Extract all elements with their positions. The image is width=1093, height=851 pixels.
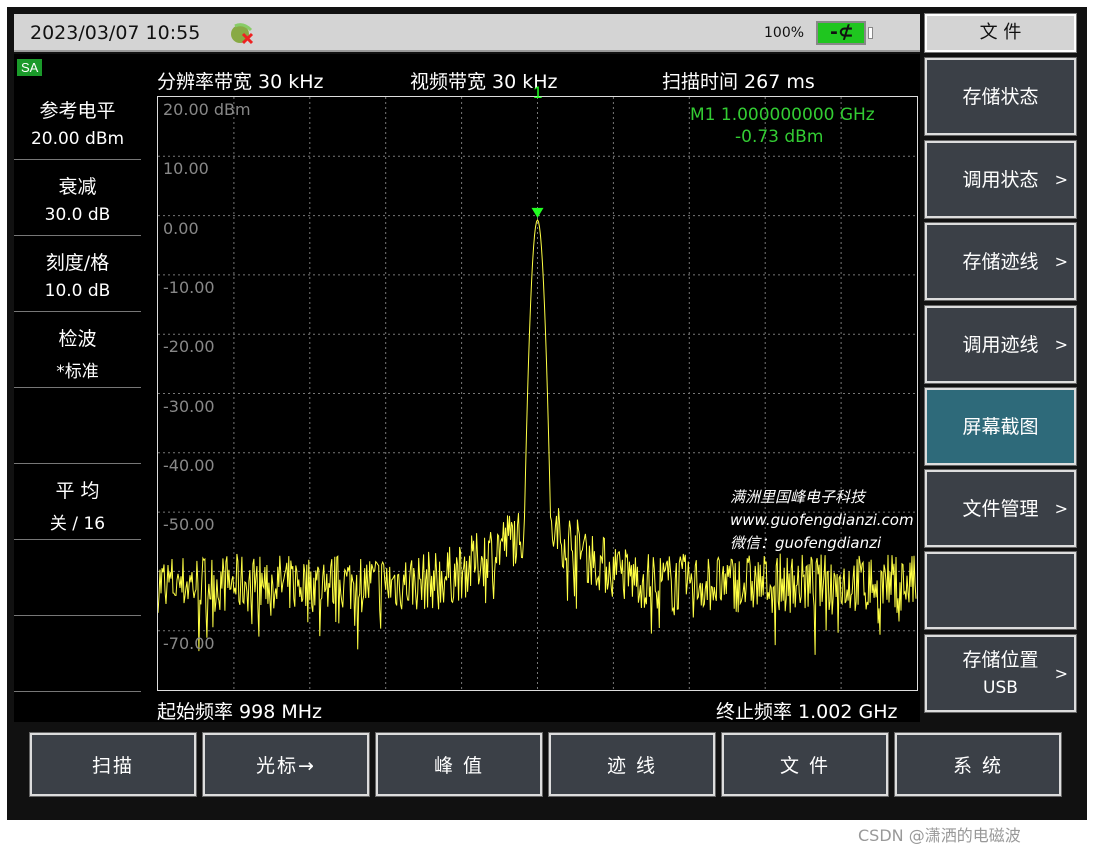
- y-tick-label: 10.00: [163, 159, 209, 179]
- softkey-label: 屏幕截图: [962, 415, 1039, 438]
- csdn-watermark: CSDN @潇洒的电磁波: [858, 826, 1021, 845]
- softkey-1[interactable]: 存储状态: [924, 57, 1077, 136]
- softkey-3[interactable]: 存储迹线 >: [924, 222, 1077, 301]
- status-bar: 2023/03/07 10:55 100% -⊄: [14, 14, 920, 52]
- chevron-right-icon: >: [1054, 252, 1068, 271]
- battery-tip: [868, 27, 873, 39]
- datetime: 2023/03/07 10:55: [30, 22, 201, 44]
- param-value: 20.00 dBm: [30, 129, 125, 149]
- left-panel-item: 参考电平 20.00 dBm: [14, 84, 141, 160]
- left-panel-item: 刻度/格 10.0 dB: [14, 236, 141, 312]
- y-tick-label: -70.00: [163, 633, 215, 653]
- bottom-button-3[interactable]: 峰 值: [375, 732, 543, 797]
- vendor-watermark: 满洲里国峰电子科技 www.guofengdianzi.com 微信：guofe…: [730, 486, 914, 555]
- stop-frequency: 终止频率 1.002 GHz: [716, 701, 898, 723]
- softkey-4[interactable]: 调用迹线 >: [924, 305, 1077, 384]
- marker-freq: M1 1.000000000 GHz: [690, 105, 875, 125]
- bottom-button-1[interactable]: 扫描: [29, 732, 197, 797]
- bottom-button-5[interactable]: 文 件: [721, 732, 889, 797]
- watermark-line: 满洲里国峰电子科技: [730, 488, 866, 506]
- y-tick-label: -40.00: [163, 455, 215, 475]
- param-label: 检波: [58, 328, 97, 350]
- chevron-right-icon: >: [1054, 335, 1068, 354]
- bottom-button-2[interactable]: 光标→: [202, 732, 370, 797]
- param-label: 平 均: [55, 480, 100, 502]
- network-disconnected-icon: [231, 23, 254, 45]
- marker-1-triangle: [531, 207, 544, 218]
- param-label: 刻度/格: [45, 252, 110, 274]
- softkey-menu-title: 文 件: [924, 13, 1077, 53]
- watermark-line: www.guofengdianzi.com: [730, 511, 914, 529]
- param-value: 10.0 dB: [44, 281, 111, 301]
- softkey-label: 调用状态: [962, 168, 1039, 191]
- softkey-label: 文件管理: [962, 497, 1039, 520]
- chevron-right-icon: >: [1054, 170, 1068, 189]
- left-panel-item: 衰减 30.0 dB: [14, 160, 141, 236]
- param-value: 30.0 dB: [44, 205, 111, 225]
- softkey-label: 存储位置: [962, 648, 1039, 671]
- bottom-button-4[interactable]: 迹 线: [548, 732, 716, 797]
- spectrum-plot[interactable]: 20.00 dBm 10.00 0.00 -10.00 -20.00 -30.00 -40.…: [157, 96, 918, 691]
- y-tick-label: 0.00: [163, 218, 199, 238]
- mode-badge: SA: [17, 59, 43, 76]
- bottom-button-6[interactable]: 系 统: [894, 732, 1062, 797]
- start-frequency: 起始频率 998 MHz: [157, 701, 322, 723]
- y-tick-label: -10.00: [163, 277, 215, 297]
- softkey-8[interactable]: 存储位置 USB >: [924, 634, 1077, 713]
- rbw-readout: 分辨率带宽 30 kHz: [157, 71, 324, 93]
- chevron-right-icon: >: [1054, 664, 1068, 683]
- left-panel-item: 平 均关 / 16: [14, 464, 141, 540]
- softkey-2[interactable]: 调用状态 >: [924, 140, 1077, 219]
- param-label: 参考电平: [39, 100, 116, 122]
- left-panel-item: 检波 *标准: [14, 312, 141, 388]
- y-tick-label: 20.00 dBm: [163, 100, 251, 119]
- chevron-right-icon: >: [1054, 499, 1068, 518]
- softkey-6[interactable]: 文件管理 >: [924, 469, 1077, 548]
- battery-plug-icon: -⊄: [816, 21, 866, 45]
- y-tick-label: -50.00: [163, 515, 215, 535]
- left-panel-item: [14, 616, 141, 692]
- y-tick-label: -30.00: [163, 396, 215, 416]
- spectrum-svg: [158, 97, 917, 690]
- battery-percent: 100%: [764, 25, 805, 41]
- softkey-7[interactable]: [924, 551, 1077, 630]
- softkey-label: 存储状态: [962, 85, 1039, 108]
- watermark-line: 微信：guofengdianzi: [730, 534, 882, 552]
- param-label: 衰减: [58, 176, 97, 198]
- softkey-label: 调用迹线: [962, 333, 1039, 356]
- param-value: 关 / 16: [49, 514, 106, 534]
- param-value: *标准: [56, 362, 99, 382]
- softkey-label: 存储迹线: [962, 250, 1039, 273]
- marker-readout: M1 1.000000000 GHz -0.73 dBm: [690, 104, 875, 148]
- left-panel-item: [14, 540, 141, 616]
- marker-1-label: 1: [533, 83, 543, 102]
- softkey-5[interactable]: 屏幕截图: [924, 387, 1077, 466]
- y-tick-label: -20.00: [163, 337, 215, 357]
- left-panel-item: [14, 388, 141, 464]
- sweep-time-readout: 扫描时间 267 ms: [662, 71, 815, 93]
- softkey-sublabel: USB: [983, 677, 1018, 698]
- marker-level: -0.73 dBm: [735, 127, 824, 147]
